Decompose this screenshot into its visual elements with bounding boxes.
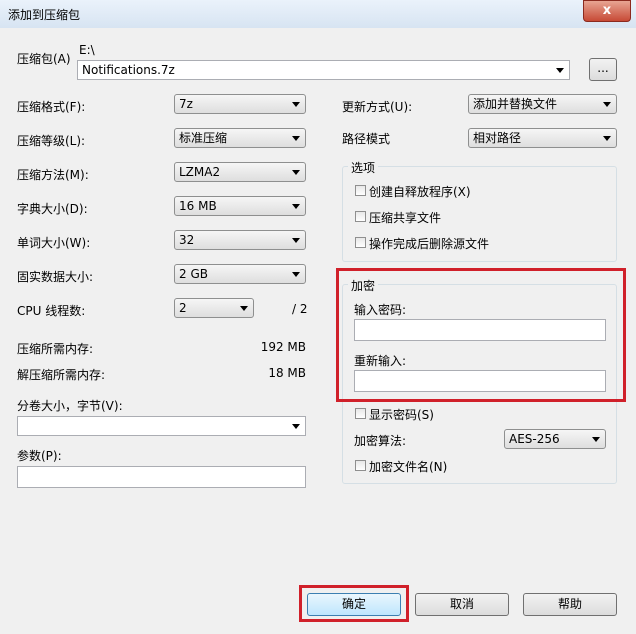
params-label: 参数(P): — [17, 449, 62, 463]
chevron-down-icon — [292, 170, 300, 175]
word-select[interactable]: 32 — [174, 230, 306, 250]
update-label: 更新方式(U): — [342, 100, 413, 114]
word-label: 单词大小(W): — [17, 236, 91, 250]
method-label: 压缩方法(M): — [17, 168, 89, 182]
cpu-select[interactable]: 2 — [174, 298, 254, 318]
window-title: 添加到压缩包 — [8, 8, 81, 22]
archive-path: E:\ — [79, 43, 95, 57]
chevron-down-icon — [603, 136, 611, 141]
dict-value: 16 MB — [179, 199, 217, 213]
format-value: 7z — [179, 97, 193, 111]
word-value: 32 — [179, 233, 195, 247]
chevron-down-icon — [240, 306, 248, 311]
chevron-down-icon — [603, 102, 611, 107]
option-delete-label: 操作完成后删除源文件 — [369, 237, 490, 251]
option-delete-checkbox[interactable] — [355, 237, 366, 248]
browse-button[interactable]: ... — [589, 58, 617, 81]
cpu-value: 2 — [179, 301, 187, 315]
option-shared-checkbox[interactable] — [355, 211, 366, 222]
mem-compress-value: 192 MB — [260, 340, 306, 354]
show-password-checkbox[interactable] — [355, 408, 366, 419]
option-shared-label: 压缩共享文件 — [369, 211, 442, 225]
pathmode-label: 路径模式 — [342, 132, 391, 146]
solid-value: 2 GB — [179, 267, 208, 281]
archive-label: 压缩包(A) — [17, 52, 71, 66]
mem-decompress-label: 解压缩所需内存: — [17, 368, 106, 382]
chevron-down-icon — [592, 437, 600, 442]
enc-method-value: AES-256 — [509, 432, 560, 446]
mem-compress-label: 压缩所需内存: — [17, 342, 94, 356]
help-button[interactable]: 帮助 — [523, 593, 617, 616]
params-input[interactable] — [17, 466, 306, 488]
encrypt-names-checkbox[interactable] — [355, 460, 366, 471]
password-highlight-box — [336, 268, 626, 402]
update-select[interactable]: 添加并替换文件 — [468, 94, 617, 114]
enc-method-select[interactable]: AES-256 — [504, 429, 606, 449]
pathmode-select[interactable]: 相对路径 — [468, 128, 617, 148]
split-combo[interactable] — [17, 416, 306, 436]
option-sfx-label: 创建自释放程序(X) — [369, 185, 471, 199]
solid-label: 固实数据大小: — [17, 270, 94, 284]
format-label: 压缩格式(F): — [17, 100, 86, 114]
chevron-down-icon — [292, 102, 300, 107]
dict-label: 字典大小(D): — [17, 202, 88, 216]
options-title: 选项 — [348, 159, 379, 176]
chevron-down-icon — [556, 68, 564, 73]
split-label: 分卷大小，字节(V): — [17, 399, 123, 413]
level-label: 压缩等级(L): — [17, 134, 86, 148]
update-value: 添加并替换文件 — [473, 97, 558, 111]
title-bar — [0, 0, 636, 29]
method-select[interactable]: LZMA2 — [174, 162, 306, 182]
cancel-button[interactable]: 取消 — [415, 593, 509, 616]
ok-button[interactable]: 确定 — [307, 593, 401, 616]
chevron-down-icon — [292, 424, 300, 429]
level-select[interactable]: 标准压缩 — [174, 128, 306, 148]
chevron-down-icon — [292, 238, 300, 243]
solid-select[interactable]: 2 GB — [174, 264, 306, 284]
archive-filename-combo[interactable]: Notifications.7z — [77, 60, 570, 80]
pathmode-value: 相对路径 — [473, 131, 522, 145]
enc-method-label: 加密算法: — [354, 434, 407, 448]
dict-select[interactable]: 16 MB — [174, 196, 306, 216]
show-password-label: 显示密码(S) — [369, 408, 434, 422]
method-value: LZMA2 — [179, 165, 221, 179]
cpu-label: CPU 线程数: — [17, 304, 86, 318]
level-value: 标准压缩 — [179, 131, 228, 145]
encrypt-names-label: 加密文件名(N) — [369, 460, 448, 474]
close-button[interactable]: x — [583, 0, 631, 22]
mem-decompress-value: 18 MB — [268, 366, 306, 380]
format-select[interactable]: 7z — [174, 94, 306, 114]
option-sfx-checkbox[interactable] — [355, 185, 366, 196]
chevron-down-icon — [292, 272, 300, 277]
chevron-down-icon — [292, 204, 300, 209]
archive-filename: Notifications.7z — [82, 63, 175, 77]
cpu-total: / 2 — [292, 302, 308, 316]
chevron-down-icon — [292, 136, 300, 141]
